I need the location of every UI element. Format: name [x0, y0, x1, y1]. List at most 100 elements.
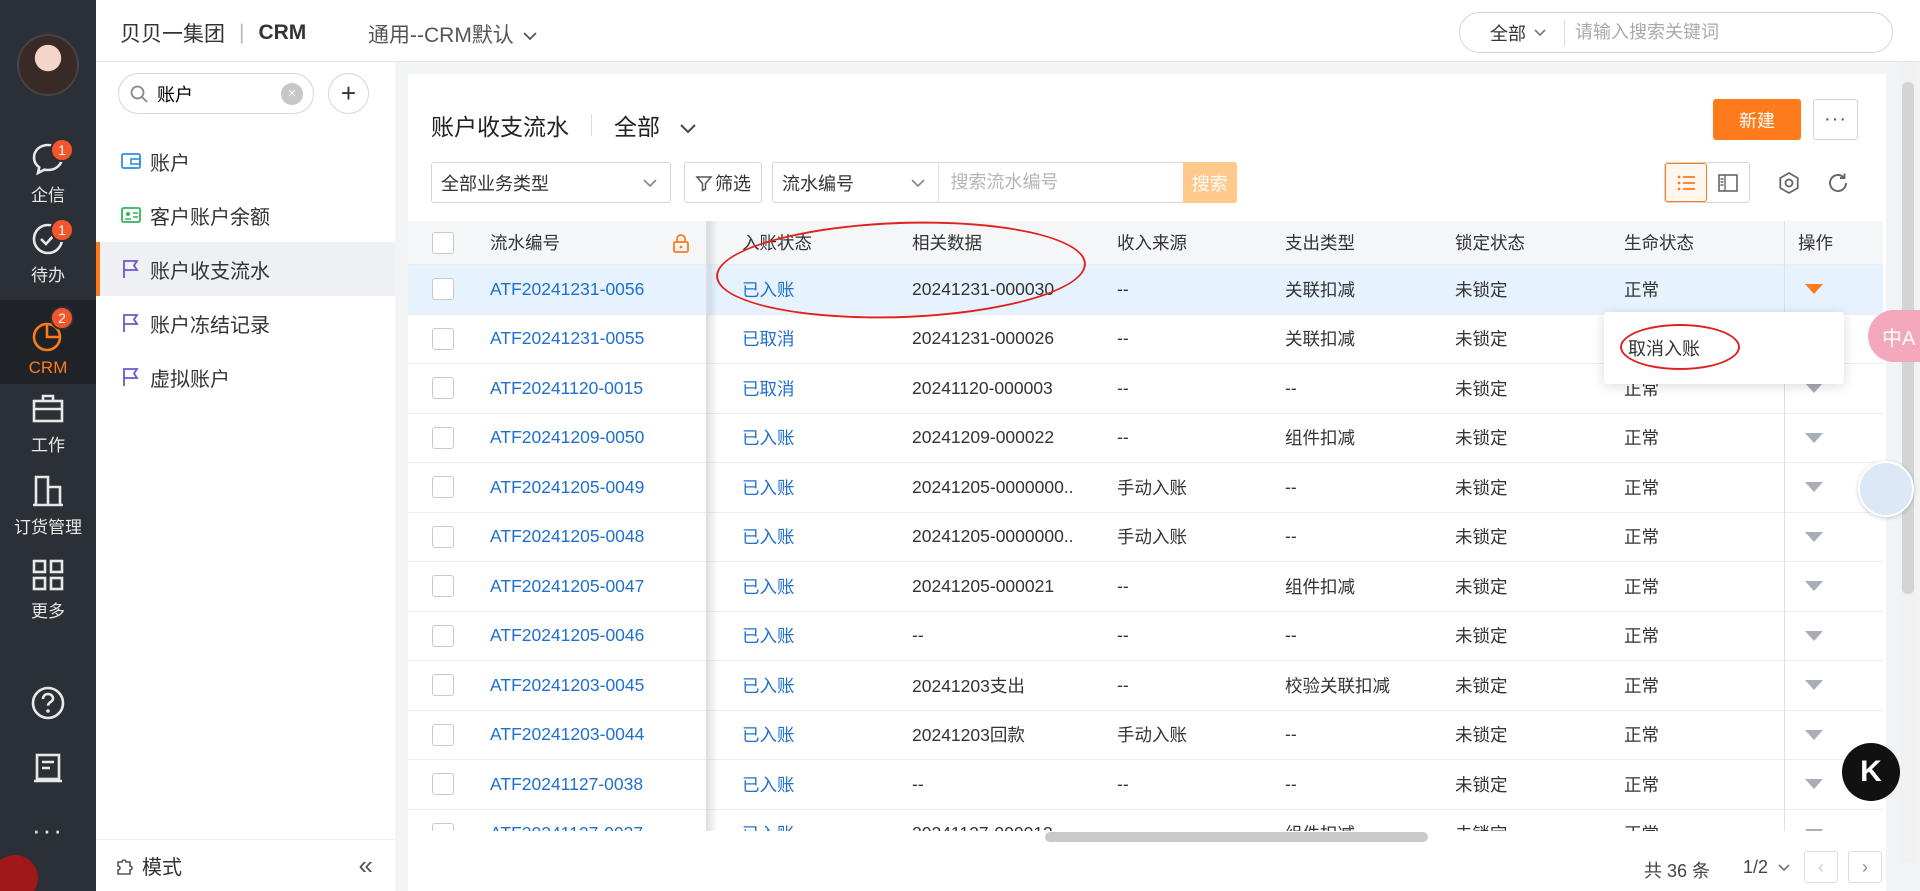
row-checkbox[interactable] — [432, 575, 454, 598]
flow-no-link[interactable]: ATF20241120-0015 — [490, 364, 643, 413]
table-row[interactable]: ATF20241205-0049 已入账 20241205-0000000... 手动… — [408, 463, 1883, 513]
row-action-dropdown[interactable] — [1805, 265, 1823, 314]
mode-button[interactable]: 模式 — [114, 851, 182, 880]
nav-item-freeze-records[interactable]: 账户冻结记录 — [96, 296, 395, 350]
row-checkbox[interactable] — [432, 674, 454, 697]
entry-status-cell[interactable]: 已入账 — [742, 562, 795, 611]
col-header-related-data[interactable]: 相关数据 — [912, 221, 982, 264]
entry-status-cell[interactable]: 已入账 — [742, 513, 795, 562]
assistant-avatar[interactable] — [1858, 461, 1914, 517]
help-icon[interactable] — [28, 683, 68, 723]
entry-status-cell[interactable]: 已取消 — [742, 315, 795, 364]
nav-item-account-flow[interactable]: 账户收支流水 — [96, 242, 395, 296]
row-checkbox[interactable] — [432, 624, 454, 647]
flow-no-link[interactable]: ATF20241231-0056 — [490, 265, 644, 314]
nav-search-input[interactable] — [157, 83, 281, 104]
entry-status-cell[interactable]: 已入账 — [742, 711, 795, 760]
entry-status-cell[interactable]: 已入账 — [742, 265, 795, 314]
rail-item-qixin[interactable]: 企信 1 — [0, 132, 96, 212]
entry-status-cell[interactable]: 已入账 — [742, 810, 795, 831]
new-button[interactable]: 新建 — [1713, 99, 1801, 140]
row-checkbox[interactable] — [432, 476, 454, 499]
cancel-entry-menu-item[interactable]: 取消入账 — [1628, 335, 1700, 361]
row-checkbox[interactable] — [432, 773, 454, 796]
row-checkbox[interactable] — [432, 278, 454, 301]
search-scope-dropdown[interactable]: 全部 — [1460, 19, 1565, 46]
flow-no-link[interactable]: ATF20241205-0046 — [490, 612, 644, 661]
page-select[interactable]: 1/2 — [1743, 857, 1791, 878]
flow-no-link[interactable]: ATF20241203-0045 — [490, 661, 644, 710]
flow-no-link[interactable]: ATF20241205-0049 — [490, 463, 644, 512]
business-type-select[interactable]: 全部业务类型 — [431, 162, 671, 203]
col-header-lock-status[interactable]: 锁定状态 — [1455, 221, 1525, 264]
row-checkbox[interactable] — [432, 377, 454, 400]
entry-status-cell[interactable]: 已入账 — [742, 612, 795, 661]
flow-search-input[interactable] — [938, 172, 1183, 193]
horizontal-scrollbar[interactable] — [1045, 832, 1428, 842]
col-header-life-status[interactable]: 生命状态 — [1624, 221, 1694, 264]
nav-item-virtual-account[interactable]: 虚拟账户 — [96, 350, 395, 404]
k-assistant-button[interactable]: K — [1842, 743, 1900, 801]
table-row[interactable]: ATF20241231-0056 已入账 20241231-000030 -- 关联扣减… — [408, 265, 1883, 315]
rail-item-orders[interactable]: 订货管理 — [0, 464, 96, 544]
prev-page-button[interactable]: ‹ — [1804, 851, 1838, 883]
translate-widget[interactable]: 中A — [1868, 310, 1920, 362]
lock-icon[interactable] — [670, 232, 692, 254]
next-page-button[interactable]: › — [1848, 851, 1882, 883]
flow-no-link[interactable]: ATF20241203-0044 — [490, 711, 644, 760]
entry-status-cell[interactable]: 已取消 — [742, 364, 795, 413]
row-checkbox[interactable] — [432, 723, 454, 746]
rail-item-work[interactable]: 工作 — [0, 382, 96, 462]
row-action-dropdown[interactable] — [1805, 562, 1823, 611]
row-action-dropdown[interactable] — [1805, 513, 1823, 562]
global-search-input[interactable] — [1565, 22, 1892, 43]
flow-no-link[interactable]: ATF20241205-0047 — [490, 562, 644, 611]
flow-no-link[interactable]: ATF20241205-0048 — [490, 513, 644, 562]
table-row[interactable]: ATF20241205-0047 已入账 20241205-000021 -- 组件扣减… — [408, 562, 1883, 612]
row-action-dropdown[interactable] — [1805, 414, 1823, 463]
flow-no-link[interactable]: ATF20241231-0055 — [490, 315, 644, 364]
flow-no-link[interactable]: ATF20241127-0037 — [490, 810, 643, 831]
user-avatar[interactable] — [17, 34, 79, 96]
col-header-flow-no[interactable]: 流水编号 — [490, 221, 560, 264]
table-row[interactable]: ATF20241203-0044 已入账 20241203回款 手动入账 -- 未锁定 正常 — [408, 711, 1883, 760]
table-row[interactable]: ATF20241205-0046 已入账 -- -- -- 未锁定 正常 — [408, 612, 1883, 661]
refresh-icon[interactable] — [1825, 170, 1851, 196]
entry-status-cell[interactable]: 已入账 — [742, 661, 795, 710]
notebook-icon[interactable] — [28, 748, 68, 788]
settings-icon[interactable] — [1776, 170, 1802, 196]
flow-no-link[interactable]: ATF20241209-0050 — [490, 414, 644, 463]
list-view-button[interactable] — [1665, 163, 1708, 202]
split-view-button[interactable] — [1707, 163, 1749, 202]
row-action-dropdown[interactable] — [1805, 463, 1823, 512]
col-header-expense-type[interactable]: 支出类型 — [1285, 221, 1355, 264]
flow-no-link[interactable]: ATF20241127-0038 — [490, 760, 643, 809]
rail-item-todo[interactable]: 待办 1 — [0, 212, 96, 292]
table-row[interactable]: ATF20241203-0045 已入账 20241203支出 -- 校验关联扣减 未锁定… — [408, 661, 1883, 711]
table-row[interactable]: ATF20241205-0048 已入账 20241205-0000000... 手动… — [408, 513, 1883, 562]
row-action-dropdown[interactable] — [1805, 810, 1823, 831]
table-row[interactable]: ATF20241127-0038 已入账 -- -- -- 未锁定 正常 — [408, 760, 1883, 810]
row-checkbox[interactable] — [432, 327, 454, 350]
search-button[interactable]: 搜索 — [1182, 162, 1237, 203]
add-button[interactable]: + — [328, 73, 369, 114]
entry-status-cell[interactable]: 已入账 — [742, 463, 795, 512]
table-row[interactable]: ATF20241127-0037 已入账 20241127-000013 -- 组件扣减… — [408, 810, 1883, 831]
nav-item-account[interactable]: 账户 — [96, 134, 395, 188]
more-dots-icon[interactable]: ··· — [0, 815, 96, 846]
table-row[interactable]: ATF20241209-0050 已入账 20241209-000022 -- 组件扣减… — [408, 414, 1883, 463]
row-action-dropdown[interactable] — [1805, 760, 1823, 809]
nav-item-customer-balance[interactable]: 客户账户余额 — [96, 188, 395, 242]
entry-status-cell[interactable]: 已入账 — [742, 414, 795, 463]
row-action-dropdown[interactable] — [1805, 661, 1823, 710]
clear-icon[interactable]: × — [281, 82, 303, 105]
collapse-icon[interactable]: « — [359, 850, 373, 881]
col-header-entry-status[interactable]: 入账状态 — [742, 221, 812, 264]
filter-button[interactable]: 筛选 — [684, 162, 762, 203]
more-button[interactable]: ··· — [1813, 99, 1858, 140]
row-checkbox[interactable] — [432, 822, 454, 831]
select-all-checkbox[interactable] — [432, 231, 454, 254]
scope-dropdown[interactable]: 全部 — [614, 108, 698, 142]
col-header-income-source[interactable]: 收入来源 — [1117, 221, 1187, 264]
rail-item-more[interactable]: 更多 — [0, 548, 96, 628]
